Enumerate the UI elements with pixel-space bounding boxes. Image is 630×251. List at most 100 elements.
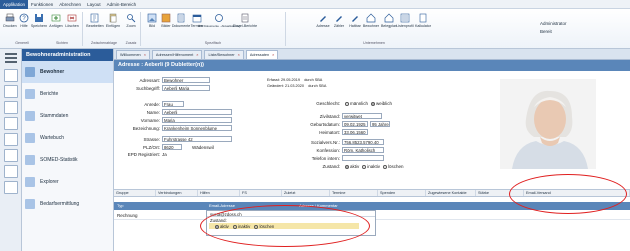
needs-icon[interactable] bbox=[3, 165, 18, 178]
left-icon-bar bbox=[0, 49, 22, 251]
nav-item-stammdaten[interactable]: Stammdaten bbox=[22, 105, 113, 127]
resident-button[interactable]: Bewohner bbox=[362, 11, 380, 37]
radio-male[interactable] bbox=[345, 101, 349, 106]
tab-gruppe[interactable]: Gruppe bbox=[114, 190, 156, 196]
documents-icon bbox=[177, 13, 185, 23]
explorer-icon bbox=[25, 177, 35, 187]
radio-female[interactable] bbox=[371, 101, 376, 106]
radio-inaktiv[interactable] bbox=[362, 164, 367, 169]
geburtsdatum-field: Geburtsdatum: 09.02.1925 95 Jahre bbox=[310, 121, 390, 127]
record-title: Adresse : Aeberli (9 Dubletter(n)) bbox=[114, 60, 630, 71]
calculator-button[interactable]: Kalkulator bbox=[414, 11, 432, 37]
tab-fs[interactable]: FS bbox=[240, 190, 282, 196]
column-typ[interactable]: Typ bbox=[114, 202, 206, 210]
calculator-icon bbox=[419, 13, 427, 23]
group-label: Zusatz bbox=[125, 41, 137, 45]
bed-icon bbox=[384, 13, 394, 23]
tab-adressen[interactable]: Adressen/Hilfenoment × bbox=[151, 50, 203, 59]
report-icon bbox=[241, 13, 249, 23]
radio-loeschen[interactable] bbox=[383, 164, 388, 169]
resident-icon bbox=[25, 67, 35, 77]
paste-button[interactable]: Einfügen bbox=[104, 11, 122, 37]
address-icon bbox=[320, 16, 326, 22]
strasse-field: Strasse: Fuhrstrasse 42 bbox=[120, 136, 232, 142]
list-icon bbox=[400, 13, 410, 23]
document-tabs: Willkommen × Adressen/Hilfenoment × Liste/… bbox=[114, 49, 630, 60]
nav-item-wartebuch[interactable]: Wartebuch bbox=[22, 127, 113, 149]
epd-field: EPD Registriert: Ja bbox=[127, 152, 167, 157]
ids-documents-button[interactable]: IDS Dokumente - Aktualisierung bbox=[198, 11, 240, 37]
close-icon[interactable]: × bbox=[272, 51, 274, 59]
tab-verbindungen[interactable]: Verbindungen bbox=[156, 190, 198, 196]
tab-liste-bewohner[interactable]: Liste/Bewohner × bbox=[204, 50, 244, 59]
residents-icon[interactable] bbox=[3, 69, 18, 82]
menu-funktionen[interactable]: Funktionen bbox=[28, 0, 56, 9]
tab-termine[interactable]: Termine bbox=[330, 190, 378, 196]
tab-spenden[interactable]: Spenden bbox=[378, 190, 426, 196]
delete-button[interactable]: Löschen bbox=[63, 11, 81, 37]
tab-hilfen[interactable]: Hilfen bbox=[198, 190, 240, 196]
menu-icon[interactable] bbox=[4, 53, 18, 66]
tab-adressaten[interactable]: Adressaten × bbox=[245, 50, 279, 59]
add-icon bbox=[51, 14, 61, 22]
nav-item-somed-statistik[interactable]: SOMED-Statistik bbox=[22, 149, 113, 171]
ribbon-separator bbox=[285, 12, 286, 46]
explorer-icon[interactable] bbox=[3, 149, 18, 162]
save-icon bbox=[35, 14, 43, 22]
zoom-button[interactable]: Zoom bbox=[122, 11, 140, 37]
tab-zugewiesene-kontakte[interactable]: Zugewiesene Kontakte bbox=[426, 190, 476, 196]
edit-button[interactable]: Bearbeiten bbox=[86, 11, 104, 37]
telefon-field: Telefon intern: bbox=[294, 155, 384, 161]
konfession-field: Konfession: Röm. Katholisch bbox=[294, 147, 384, 153]
calendar-icon bbox=[192, 14, 202, 23]
group-label: Sichten bbox=[56, 41, 68, 45]
paste-icon bbox=[109, 13, 117, 23]
menu-abrechnen[interactable]: Abrechnen bbox=[56, 0, 84, 9]
changed-info: Geändert: 21.03.2020 durch SBA bbox=[267, 84, 327, 88]
ribbon-separator bbox=[140, 12, 141, 46]
created-info: Erfasst: 29.05.2019 durch SBA bbox=[267, 78, 323, 82]
group-label: Zwischenablage bbox=[91, 41, 117, 45]
reports-icon[interactable] bbox=[3, 85, 18, 98]
navigation-panel: Bewohneradministration Bewohner Berichte… bbox=[22, 49, 114, 251]
single-reports-button[interactable]: Einzel-Berichte bbox=[233, 11, 257, 37]
menu-layout[interactable]: Layout bbox=[84, 0, 104, 9]
zoom-icon bbox=[127, 14, 136, 23]
nav-item-bedarfsermittlung[interactable]: Bedarfsermittlung bbox=[22, 193, 113, 215]
nav-item-explorer[interactable]: Explorer bbox=[22, 171, 113, 193]
group-label: Unternehmen bbox=[363, 41, 385, 45]
statistics-icon bbox=[25, 155, 35, 165]
sozialvers-field: Sozialvers.Nr.: 756.8523.5790.40 bbox=[294, 139, 384, 145]
help-icon: ? bbox=[19, 13, 29, 23]
mail-icon[interactable] bbox=[3, 181, 18, 194]
save-button[interactable]: Speichern bbox=[30, 11, 48, 37]
record-content: Adresse : Aeberli (9 Dubletter(n)) Adres… bbox=[114, 60, 630, 251]
edit-icon bbox=[90, 13, 99, 23]
list-profile-button[interactable]: Listenprofil bbox=[396, 11, 414, 37]
house-icon bbox=[366, 13, 376, 23]
waiting-list-icon bbox=[25, 133, 35, 143]
annotation-circle bbox=[200, 205, 370, 247]
resident-photo bbox=[500, 79, 596, 169]
geschlecht-field: Geschlecht: männlich weiblich bbox=[316, 101, 393, 106]
menu-admin-bereich[interactable]: Admin-Bereich bbox=[104, 0, 140, 9]
statistics-icon[interactable] bbox=[3, 133, 18, 146]
radio-aktiv[interactable] bbox=[345, 164, 349, 169]
master-data-icon[interactable] bbox=[3, 101, 18, 114]
tab-zuletzt[interactable]: Zuletzt bbox=[282, 190, 330, 196]
nav-item-bewohner[interactable]: Bewohner bbox=[22, 61, 113, 83]
waiting-icon[interactable] bbox=[3, 117, 18, 130]
user-status: Administrator Bereit bbox=[540, 21, 626, 47]
delete-icon bbox=[67, 14, 77, 22]
plz-ort-field: PLZ/Ort: 8620 Wädenswil bbox=[142, 144, 214, 150]
nav-item-berichte[interactable]: Berichte bbox=[22, 83, 113, 105]
close-icon[interactable]: × bbox=[144, 51, 146, 59]
close-icon[interactable]: × bbox=[196, 51, 198, 59]
menu-applikation[interactable]: Applikation bbox=[0, 0, 29, 9]
close-icon[interactable]: × bbox=[238, 51, 240, 59]
suchbegriff-field: Suchbegriff: Aeberli Maria bbox=[126, 85, 210, 91]
current-user: Administrator bbox=[540, 21, 567, 26]
adressart-field: Adressart: Bewohner bbox=[126, 77, 210, 83]
tab-willkommen[interactable]: Willkommen × bbox=[116, 50, 150, 59]
master-data-icon bbox=[25, 111, 35, 121]
